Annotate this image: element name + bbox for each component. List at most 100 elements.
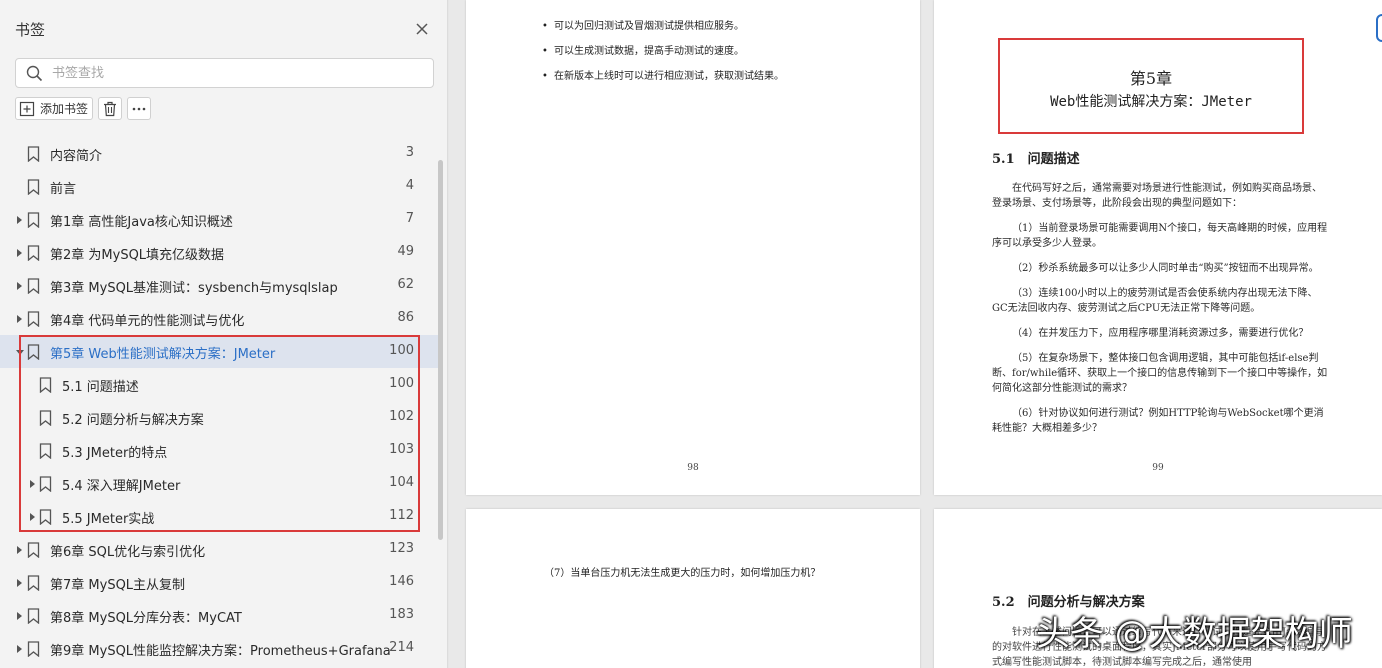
bookmark-icon (27, 278, 40, 294)
bookmark-item[interactable]: 第5章 Web性能测试解决方案：JMeter 100 (0, 335, 440, 368)
bookmark-label: 5.2 问题分析与解决方案 (62, 413, 204, 428)
bookmark-page: 214 (389, 640, 414, 655)
page-number: 98 (687, 463, 699, 473)
bookmark-item[interactable]: 5.3 JMeter的特点 103 (0, 434, 440, 467)
bookmark-page: 103 (389, 442, 414, 457)
bookmark-page: 102 (389, 409, 414, 424)
bookmark-page: 86 (397, 310, 414, 325)
bookmark-item[interactable]: 第2章 为MySQL填充亿级数据 49 (0, 236, 440, 269)
bookmark-page: 123 (389, 541, 414, 556)
bookmark-item[interactable]: 前言 4 (0, 170, 440, 203)
bookmark-item[interactable]: 第7章 MySQL主从复制 146 (0, 566, 440, 599)
bookmark-label: 5.1 问题描述 (62, 380, 139, 395)
paragraph: （3）连续100小时以上的疲劳测试是否会使系统内存出现无法下降、GC无法回收内存… (992, 288, 1318, 314)
expand-arrow-icon[interactable] (17, 546, 22, 554)
bullet-item: 可以为回归测试及冒烟测试提供相应服务。 (542, 14, 784, 39)
bookmark-label: 第5章 Web性能测试解决方案：JMeter (50, 347, 276, 362)
bookmark-icon (27, 575, 40, 591)
expand-arrow-icon[interactable] (30, 480, 35, 488)
expanded-arrow-icon[interactable] (16, 350, 24, 355)
page-99: 第5章 Web性能测试解决方案：JMeter 5.1 问题描述 在代码写好之后，… (934, 0, 1382, 495)
bookmark-item[interactable]: 第8章 MySQL分库分表：MyCAT 183 (0, 599, 440, 632)
more-options-button[interactable] (127, 97, 152, 120)
bookmark-icon (27, 608, 40, 624)
bookmark-label: 第2章 为MySQL填充亿级数据 (50, 248, 225, 263)
paragraph: （6）针对协议如何进行测试？例如HTTP轮询与WebSocket哪个更消耗性能？… (992, 408, 1324, 434)
bookmark-item[interactable]: 5.2 问题分析与解决方案 102 (0, 401, 440, 434)
document-view: 可以为回归测试及冒烟测试提供相应服务。 可以生成测试数据，提高手动测试的速度。 … (449, 0, 1382, 668)
bookmark-label: 5.4 深入理解JMeter (62, 479, 181, 494)
expand-arrow-icon[interactable] (17, 612, 22, 620)
more-icon (132, 107, 146, 110)
bookmark-page: 49 (397, 244, 414, 259)
page-100: （7）当单台压力机无法生成更大的压力时，如何增加压力机？ (466, 509, 920, 668)
add-bookmark-label: 添加书签 (40, 102, 89, 116)
expand-arrow-icon[interactable] (17, 249, 22, 257)
close-icon[interactable] (412, 19, 432, 39)
bookmark-page: 100 (389, 376, 414, 391)
bookmark-search-box[interactable] (15, 58, 434, 88)
body-text: 在代码写好之后，通常需要对场景进行性能测试，例如购买商品场景、登录场景、支付场景… (992, 181, 1329, 446)
watermark-text: 头条 @大数据架构师 (1036, 614, 1353, 654)
expand-arrow-icon[interactable] (17, 645, 22, 653)
bookmark-label: 第8章 MySQL分库分表：MyCAT (50, 611, 242, 626)
bookmark-label: 第4章 代码单元的性能测试与优化 (50, 314, 245, 329)
bookmark-icon (27, 311, 40, 327)
add-bookmark-icon (19, 101, 35, 116)
bookmark-item[interactable]: 第3章 MySQL基准测试：sysbench与mysqlslap 62 (0, 269, 440, 302)
bookmark-icon (39, 509, 52, 525)
bookmark-icon (27, 641, 40, 657)
page-number: 99 (1152, 463, 1164, 473)
sidebar-title: 书签 (15, 21, 46, 39)
paragraph: （1）当前登录场景可能需要调用N个接口，每天高峰期的时候，应用程序可以承受多少人… (992, 223, 1328, 249)
expand-arrow-icon[interactable] (17, 282, 22, 290)
side-panel-handle[interactable] (1376, 14, 1382, 42)
bookmark-icon (27, 212, 40, 228)
paragraph: （4）在并发压力下，应用程序哪里消耗资源过多，需要进行优化？ (1012, 328, 1309, 339)
bookmark-label: 内容简介 (50, 149, 103, 164)
bookmark-icon (27, 179, 40, 195)
bookmark-page: 146 (389, 574, 414, 589)
sidebar-scrollbar[interactable] (438, 160, 443, 540)
delete-bookmark-button[interactable] (98, 97, 123, 120)
bookmark-item[interactable]: 第6章 SQL优化与索引优化 123 (0, 533, 440, 566)
bookmark-icon (27, 146, 40, 162)
bookmark-item[interactable]: 5.4 深入理解JMeter 104 (0, 467, 440, 500)
bullet-item: 在新版本上线时可以进行相应测试，获取测试结果。 (542, 64, 784, 89)
bookmark-icon (39, 443, 52, 459)
bookmark-item[interactable]: 内容简介 3 (0, 137, 440, 170)
expand-arrow-icon[interactable] (30, 513, 35, 521)
bookmark-item[interactable]: 5.1 问题描述 100 (0, 368, 440, 401)
bookmark-icon (27, 542, 40, 558)
page-98: 可以为回归测试及冒烟测试提供相应服务。 可以生成测试数据，提高手动测试的速度。 … (466, 0, 920, 495)
bookmark-sidebar: 书签 添加书签 内容简介3前言4第1章 (0, 0, 448, 668)
bookmark-page: 7 (405, 211, 414, 226)
expand-arrow-icon[interactable] (17, 579, 22, 587)
expand-arrow-icon[interactable] (17, 315, 22, 323)
paragraph: 在代码写好之后，通常需要对场景进行性能测试，例如购买商品场景、登录场景、支付场景… (992, 183, 1322, 209)
bookmark-label: 第9章 MySQL性能监控解决方案：Prometheus+Grafana (50, 644, 391, 659)
add-bookmark-button[interactable]: 添加书签 (15, 97, 94, 120)
bookmark-icon (39, 476, 52, 492)
bookmark-page: 3 (405, 145, 414, 160)
bookmark-item[interactable]: 5.5 JMeter实战 112 (0, 500, 440, 533)
chapter-number: 第5章 (1129, 69, 1173, 88)
bookmark-icon (27, 245, 40, 261)
bookmark-item[interactable]: 第1章 高性能Java核心知识概述 7 (0, 203, 440, 236)
bookmark-page: 112 (389, 508, 414, 523)
bookmark-label: 第1章 高性能Java核心知识概述 (50, 215, 233, 230)
question-text: （7）当单台压力机无法生成更大的压力时，如何增加压力机？ (544, 568, 821, 579)
bookmark-page: 104 (389, 475, 414, 490)
section-heading: 5.1 问题描述 (992, 152, 1080, 167)
bookmark-list: 内容简介 3 前言 4 第1章 高性能Java核心知识概述 7 第2章 为MySQL填充亿级… (0, 137, 440, 665)
bullet-list: 可以为回归测试及冒烟测试提供相应服务。 可以生成测试数据，提高手动测试的速度。 … (542, 14, 784, 89)
trash-icon (104, 101, 117, 116)
bookmark-item[interactable]: 第9章 MySQL性能监控解决方案：Prometheus+Grafana 214 (0, 632, 440, 665)
bookmark-item[interactable]: 第4章 代码单元的性能测试与优化 86 (0, 302, 440, 335)
chapter-title: Web性能测试解决方案：JMeter (1050, 94, 1252, 110)
bookmark-label: 5.3 JMeter的特点 (62, 446, 168, 461)
search-icon (26, 65, 43, 82)
expand-arrow-icon[interactable] (17, 216, 22, 224)
bookmark-icon (27, 344, 40, 360)
bookmark-search-input[interactable] (52, 63, 422, 84)
